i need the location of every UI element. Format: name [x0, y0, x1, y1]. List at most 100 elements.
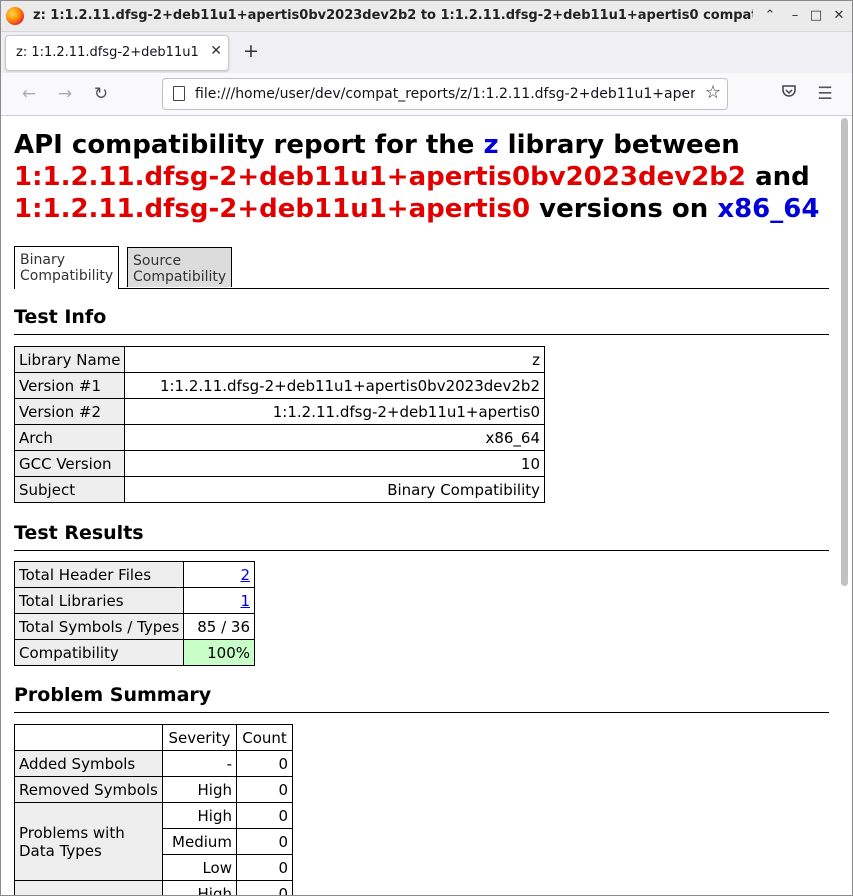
maximize-button[interactable]: □ — [807, 7, 825, 25]
header-files-link[interactable]: 2 — [240, 566, 250, 584]
title-prefix: API compatibility report for the — [14, 130, 475, 160]
menu-icon[interactable]: ☰ — [814, 83, 836, 105]
table-row: Version #1 1:1.2.11.dfsg-2+deb11u1+apert… — [13, 372, 545, 399]
table-row: GCC Version 10 — [13, 450, 545, 477]
label-line2: Data Types — [19, 841, 102, 860]
empty-header-cell — [14, 724, 163, 751]
severity-header: Severity — [161, 724, 238, 751]
count-cell: 0 — [236, 802, 293, 829]
row-label: Library Name — [13, 346, 126, 373]
row-value: 1 — [183, 587, 255, 614]
compatibility-value: 100% — [183, 639, 255, 666]
tab-line1: Binary — [20, 252, 65, 268]
count-cell: 0 — [236, 854, 293, 881]
test-info-table: Library Name z Version #1 1:1.2.11.dfsg-… — [13, 346, 545, 503]
row-label — [14, 880, 163, 895]
table-row: Arch x86_64 — [13, 424, 545, 451]
title-versions-on: versions on — [539, 194, 709, 224]
libraries-link[interactable]: 1 — [240, 592, 250, 610]
row-label: Added Symbols — [14, 750, 163, 777]
tab-line2: Compatibility — [20, 268, 114, 284]
row-value: z — [124, 346, 545, 373]
arch-name: x86_64 — [717, 194, 820, 224]
tab-line2: Compatibility — [133, 269, 227, 285]
table-row: Total Symbols / Types 85 / 36 — [13, 613, 255, 640]
row-label: Version #1 — [13, 372, 126, 399]
row-value: Binary Compatibility — [124, 476, 545, 503]
row-value: 1:1.2.11.dfsg-2+deb11u1+apertis0 — [124, 398, 545, 425]
tab-line1: Source — [133, 253, 182, 269]
table-row: Total Libraries 1 — [13, 587, 255, 614]
tab-label: z: 1:1.2.11.dfsg-2+deb11u1 — [16, 45, 199, 60]
title-bar: z: 1:1.2.11.dfsg-2+deb11u1+apertis0bv202… — [1, 1, 852, 32]
table-row: Version #2 1:1.2.11.dfsg-2+deb11u1+apert… — [13, 398, 545, 425]
table-row: High 0 — [14, 880, 293, 895]
table-row: Added Symbols - 0 — [14, 750, 293, 777]
row-value: x86_64 — [124, 424, 545, 451]
row-label: Version #2 — [13, 398, 126, 425]
url-bar[interactable]: file:///home/user/dev/compat_reports/z/1… — [162, 78, 728, 110]
back-button[interactable]: ← — [18, 83, 40, 105]
forward-button[interactable]: → — [54, 83, 76, 105]
new-version: 1:1.2.11.dfsg-2+deb11u1+apertis0 — [14, 194, 531, 224]
row-label: Total Symbols / Types — [13, 613, 185, 640]
table-row: Problems with Data Types High 0 — [14, 802, 293, 881]
browser-window: z: 1:1.2.11.dfsg-2+deb11u1+apertis0bv202… — [0, 0, 853, 896]
row-label: Compatibility — [13, 639, 185, 666]
count-header: Count — [236, 724, 293, 751]
row-label: Removed Symbols — [14, 776, 163, 803]
table-row: Total Header Files 2 — [13, 561, 255, 588]
label-line1: Problems with — [19, 823, 125, 842]
table-row: Library Name z — [13, 346, 545, 373]
navigation-bar: ← → ↻ file:///home/user/dev/compat_repor… — [1, 73, 852, 116]
row-value: 2 — [183, 561, 255, 588]
row-label: Total Libraries — [13, 587, 185, 614]
vertical-scrollbar[interactable] — [838, 116, 852, 895]
test-info-heading: Test Info — [14, 306, 829, 335]
new-tab-button[interactable]: + — [241, 39, 261, 63]
scrollbar-thumb[interactable] — [841, 118, 848, 586]
old-version: 1:1.2.11.dfsg-2+deb11u1+apertis0bv2023de… — [14, 162, 747, 192]
count-cell: 0 — [236, 880, 293, 895]
tab-source-compatibility[interactable]: Source Compatibility — [127, 247, 232, 287]
reload-button[interactable]: ↻ — [90, 83, 112, 105]
window-title: z: 1:1.2.11.dfsg-2+deb11u1+apertis0bv202… — [33, 8, 753, 23]
tab-strip: z: 1:1.2.11.dfsg-2+deb11u1 ✕ + — [1, 32, 852, 73]
count-cell: 0 — [236, 776, 293, 803]
pocket-icon[interactable] — [778, 83, 800, 105]
browser-tab[interactable]: z: 1:1.2.11.dfsg-2+deb11u1 ✕ — [5, 35, 229, 71]
severity-cell: High — [161, 880, 238, 895]
severity-cell: High — [161, 776, 238, 803]
close-tab-icon[interactable]: ✕ — [210, 43, 222, 59]
severity-cell: High — [161, 802, 238, 829]
table-row: Subject Binary Compatibility — [13, 476, 545, 503]
compat-tabs: Binary Compatibility Source Compatibilit… — [14, 246, 829, 289]
table-row: Removed Symbols High 0 — [14, 776, 293, 803]
row-label: Problems with Data Types — [14, 802, 163, 881]
row-value: 1:1.2.11.dfsg-2+deb11u1+apertis0bv2023de… — [124, 372, 545, 399]
test-results-table: Total Header Files 2 Total Libraries 1 T… — [13, 561, 255, 666]
bookmark-star-icon[interactable]: ☆ — [705, 82, 721, 103]
firefox-logo-icon — [6, 7, 24, 25]
row-label: Total Header Files — [13, 561, 185, 588]
page-content: API compatibility report for the z libra… — [1, 116, 837, 895]
row-label: Arch — [13, 424, 126, 451]
title-mid: library between — [507, 130, 740, 160]
chevron-up-icon[interactable]: ⌃ — [761, 7, 779, 25]
problem-summary-heading: Problem Summary — [14, 684, 829, 713]
page-icon — [173, 86, 185, 101]
close-window-button[interactable]: ✕ — [830, 7, 848, 25]
tab-binary-compatibility[interactable]: Binary Compatibility — [14, 246, 119, 289]
row-value: 10 — [124, 450, 545, 477]
row-label: GCC Version — [13, 450, 126, 477]
table-row: Compatibility 100% — [13, 639, 255, 666]
severity-cell: Low — [161, 854, 238, 881]
library-name: z — [483, 130, 499, 160]
report-title: API compatibility report for the z libra… — [14, 129, 834, 225]
severity-cell: - — [161, 750, 238, 777]
table-row: Severity Count — [14, 724, 293, 751]
problem-summary-table: Severity Count Added Symbols - 0 Removed… — [14, 724, 293, 895]
minimize-button[interactable]: – — [786, 7, 804, 25]
count-cell: 0 — [236, 828, 293, 855]
url-text[interactable]: file:///home/user/dev/compat_reports/z/1… — [195, 86, 695, 102]
